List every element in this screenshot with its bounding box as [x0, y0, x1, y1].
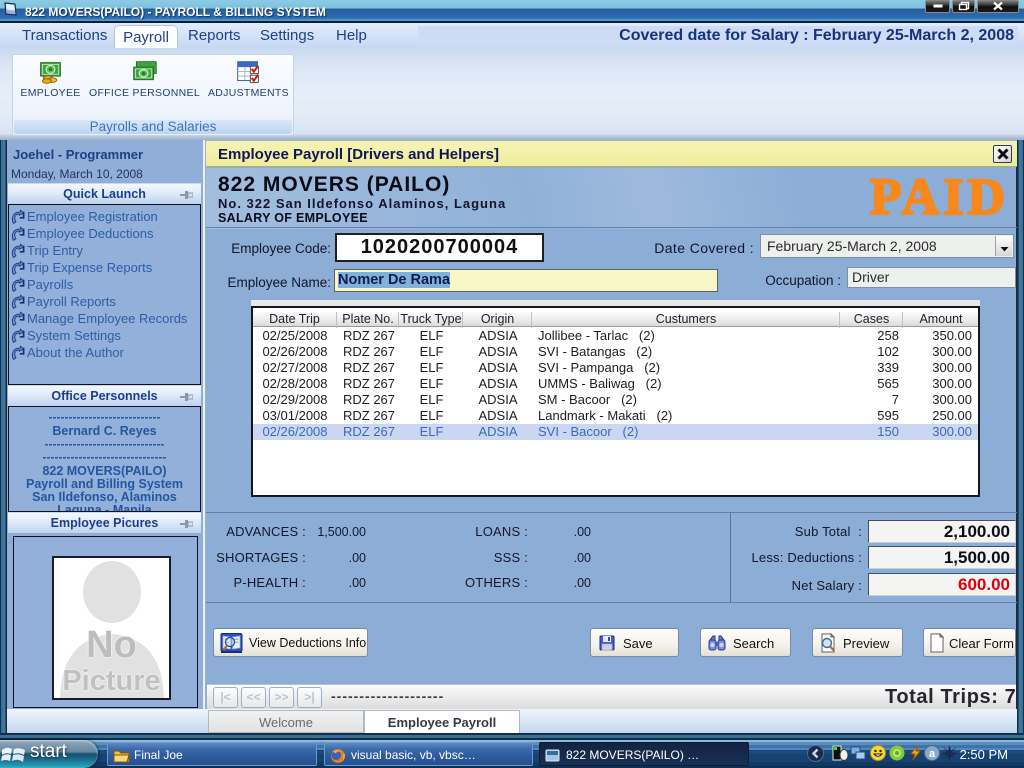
- svg-text:a: a: [929, 748, 936, 760]
